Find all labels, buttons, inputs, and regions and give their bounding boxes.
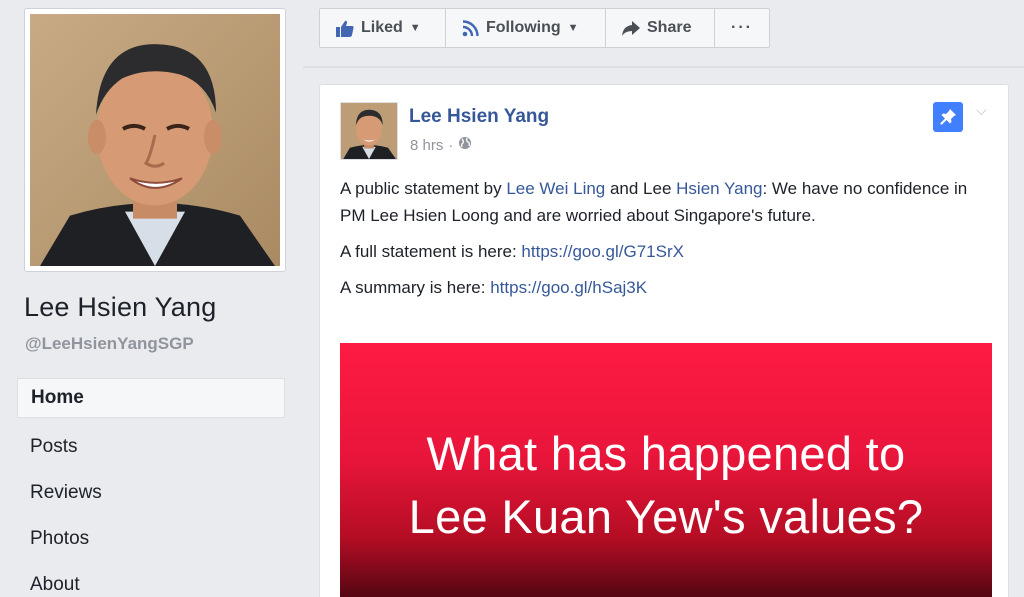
- link-lee-wei-ling[interactable]: Lee Wei Ling: [506, 179, 605, 198]
- share-button[interactable]: Share: [605, 8, 715, 48]
- post-meta: 8 hrs ·: [410, 136, 472, 154]
- liked-label: Liked: [361, 19, 403, 36]
- nav-item-home[interactable]: Home: [17, 378, 285, 418]
- header-divider: [303, 66, 1024, 68]
- post-text-segment: A public statement by: [340, 179, 507, 198]
- chevron-down-icon: ▼: [567, 22, 579, 34]
- nav-item-posts[interactable]: Posts: [17, 424, 285, 470]
- thumbs-up-icon: [336, 20, 354, 37]
- full-statement-label: A full statement is here:: [340, 242, 522, 261]
- share-label: Share: [647, 19, 692, 36]
- image-line-1: What has happened to: [426, 427, 906, 480]
- pin-icon[interactable]: [933, 102, 963, 132]
- post-image[interactable]: What has happened to Lee Kuan Yew's valu…: [340, 343, 992, 597]
- post-paragraph-statement: A public statement by Lee Wei Ling and L…: [340, 175, 990, 229]
- profile-picture-frame[interactable]: [24, 8, 286, 272]
- full-statement-link[interactable]: https://goo.gl/G71SrX: [521, 242, 684, 261]
- link-hsien-yang[interactable]: Hsien Yang: [676, 179, 762, 198]
- post-paragraph-summary: A summary is here: https://goo.gl/hSaj3K: [340, 274, 990, 301]
- post-options-chevron-icon[interactable]: ⌵: [976, 102, 987, 119]
- liked-button[interactable]: Liked ▼: [319, 8, 446, 48]
- post-body: A public statement by Lee Wei Ling and L…: [340, 175, 990, 310]
- page-nav: Home Posts Reviews Photos About: [17, 378, 285, 597]
- post-paragraph-full: A full statement is here: https://goo.gl…: [340, 238, 990, 265]
- nav-item-reviews[interactable]: Reviews: [17, 470, 285, 516]
- profile-picture[interactable]: [30, 14, 280, 266]
- nav-item-about[interactable]: About: [17, 562, 285, 597]
- following-label: Following: [486, 19, 561, 36]
- share-arrow-icon: [622, 20, 640, 36]
- page-handle[interactable]: @LeeHsienYangSGP: [25, 334, 194, 354]
- page-action-bar: Liked ▼ Following ▼ Share ···: [319, 8, 770, 48]
- chevron-down-icon: ▼: [409, 22, 421, 34]
- nav-item-photos[interactable]: Photos: [17, 516, 285, 562]
- following-button[interactable]: Following ▼: [445, 8, 606, 48]
- avatar-photo-illustration: [341, 103, 397, 159]
- post-author-avatar[interactable]: [340, 102, 398, 160]
- left-column: Lee Hsien Yang @LeeHsienYangSGP Home Pos…: [0, 0, 303, 597]
- post-text-segment: and Lee: [605, 179, 677, 198]
- post-timestamp[interactable]: 8 hrs: [410, 137, 443, 154]
- summary-label: A summary is here:: [340, 278, 491, 297]
- post-author-name[interactable]: Lee Hsien Yang: [409, 106, 549, 128]
- post-image-caption: What has happened to Lee Kuan Yew's valu…: [409, 422, 924, 548]
- more-options-button[interactable]: ···: [714, 8, 770, 48]
- image-line-2: Lee Kuan Yew's values?: [408, 490, 924, 543]
- summary-link[interactable]: https://goo.gl/hSaj3K: [490, 278, 647, 297]
- pinned-post: Lee Hsien Yang 8 hrs · ⌵ A public statem…: [319, 84, 1009, 597]
- profile-photo-illustration: [30, 14, 280, 266]
- globe-icon[interactable]: [458, 136, 472, 154]
- meta-separator: ·: [448, 136, 454, 154]
- page-title[interactable]: Lee Hsien Yang: [24, 292, 216, 323]
- rss-icon: [462, 19, 479, 37]
